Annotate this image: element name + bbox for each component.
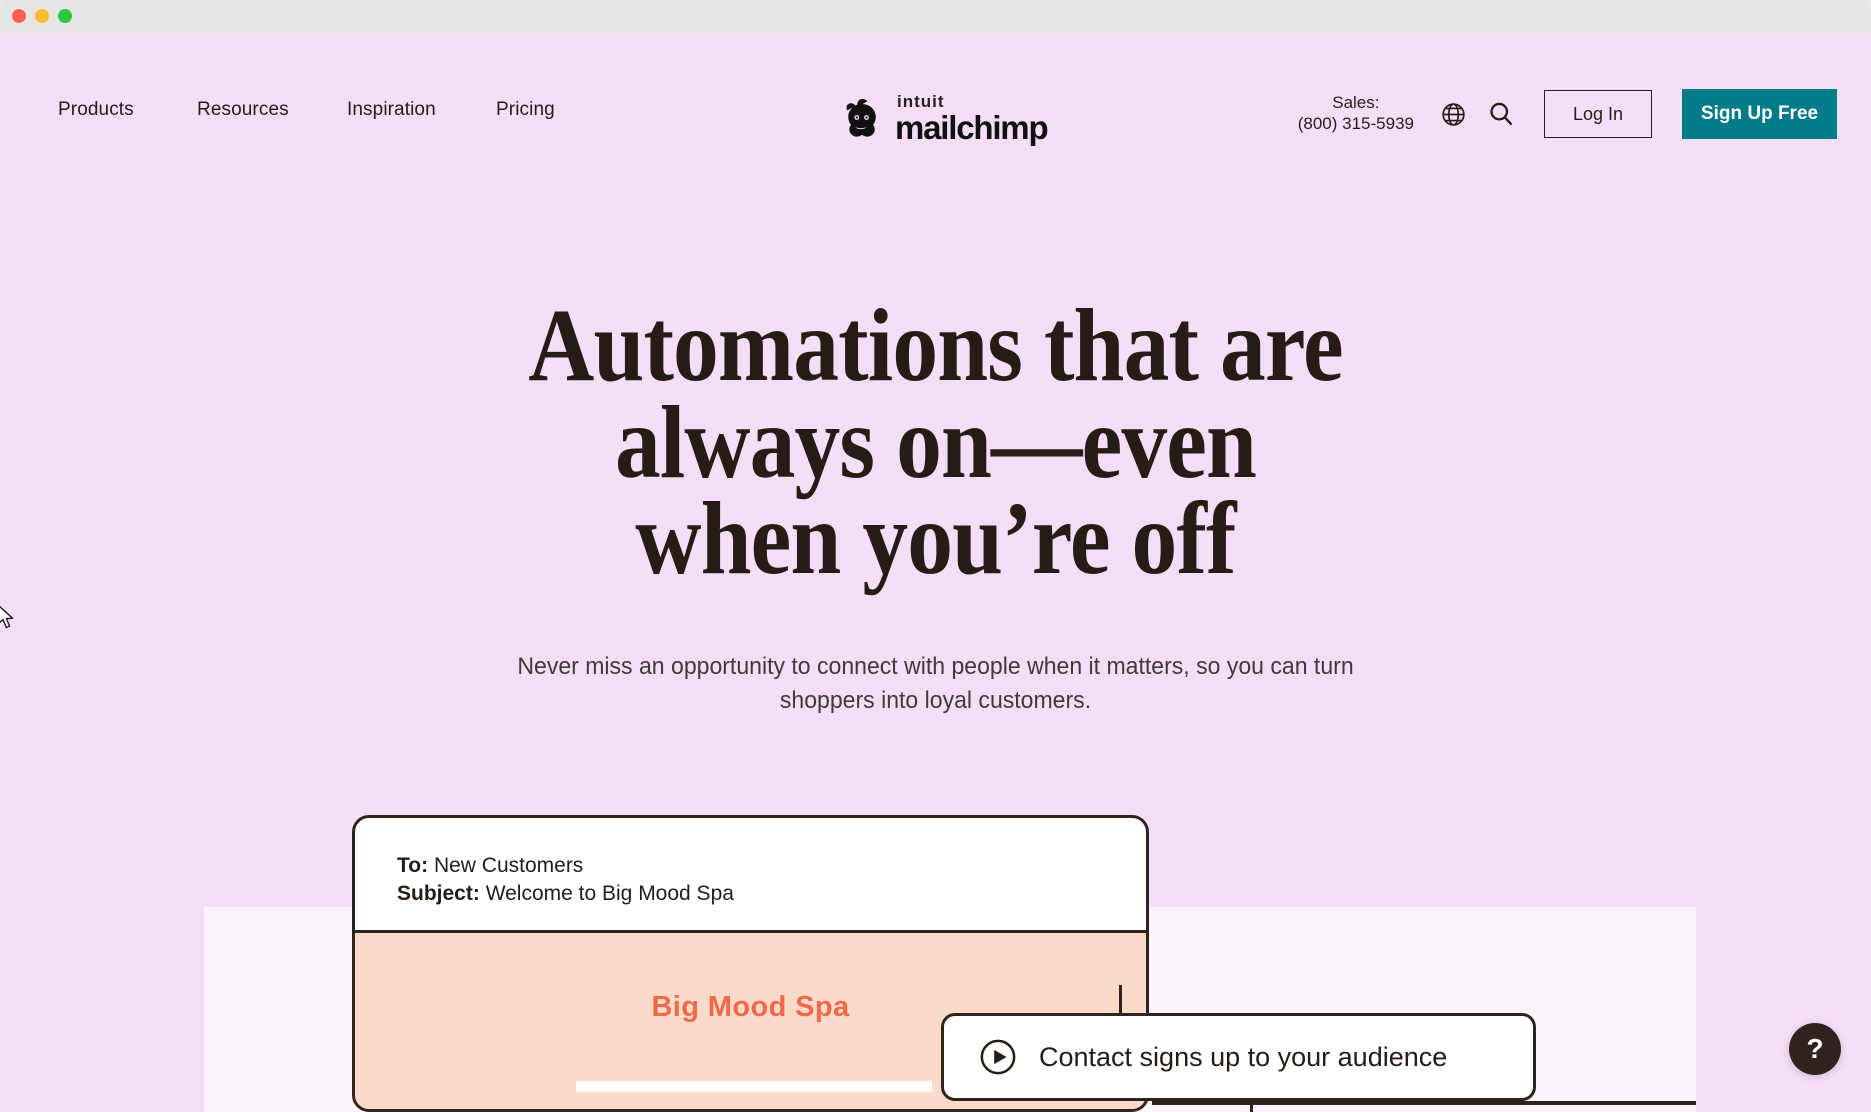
secondary-illustration-card — [1152, 1101, 1696, 1112]
search-icon[interactable] — [1486, 99, 1516, 129]
hero-subheading-line-2: shoppers into loyal customers. — [779, 687, 1092, 715]
sales-contact: Sales: (800) 315-5939 — [1298, 93, 1414, 134]
play-circle-icon — [980, 1039, 1016, 1075]
email-to-label: To: — [397, 854, 429, 877]
signup-free-button[interactable]: Sign Up Free — [1682, 89, 1837, 139]
globe-icon[interactable] — [1438, 99, 1468, 129]
hero-subheading-line-1: Never miss an opportunity to connect wit… — [517, 653, 1354, 680]
page-viewport: Products Resources Inspiration Pricing i… — [0, 33, 1871, 1112]
brand-logo[interactable]: intuit mailchimp — [838, 92, 1049, 146]
email-subject-label: Subject: — [397, 881, 480, 905]
sales-phone[interactable]: (800) 315-5939 — [1298, 114, 1414, 135]
email-to-line: To: New Customers — [397, 852, 1104, 880]
mailchimp-wordmark: mailchimp — [895, 109, 1049, 146]
nav-item-pricing[interactable]: Pricing — [496, 99, 555, 121]
intuit-wordmark: intuit — [897, 92, 945, 111]
window-traffic-lights — [12, 9, 72, 23]
email-subject-value: Welcome to Big Mood Spa — [485, 881, 734, 905]
nav-item-inspiration[interactable]: Inspiration — [347, 99, 436, 121]
hero-subheading: Never miss an opportunity to connect wit… — [37, 650, 1833, 718]
window-minimize-button[interactable] — [35, 9, 49, 23]
secondary-card-divider — [1250, 1105, 1253, 1112]
email-subject-line: Subject: Welcome to Big Mood Spa — [397, 880, 1104, 908]
mailchimp-chimp-icon — [846, 98, 876, 137]
primary-nav: Products Resources Inspiration Pricing — [58, 99, 615, 121]
hero-heading-line-1: Automations that are — [528, 288, 1343, 403]
nav-item-products[interactable]: Products — [58, 99, 137, 121]
email-content-placeholder-bar — [576, 1081, 932, 1092]
page-title: Automations that are always on—even when… — [112, 288, 1758, 597]
email-to-value: New Customers — [433, 854, 584, 877]
callout-card: Contact signs up to your audience — [941, 1013, 1536, 1101]
hero-heading-line-3: when you’re off — [635, 481, 1236, 597]
nav-item-resources[interactable]: Resources — [197, 99, 289, 121]
window-maximize-button[interactable] — [58, 9, 72, 23]
email-header: To: New Customers Subject: Welcome to Bi… — [355, 818, 1146, 908]
help-button[interactable]: ? — [1789, 1023, 1841, 1075]
browser-chrome — [0, 0, 1871, 33]
callout-text: Contact signs up to your audience — [1039, 1041, 1448, 1072]
site-header: Products Resources Inspiration Pricing i… — [0, 33, 1871, 146]
hero-heading-line-2: always on—even — [614, 384, 1257, 500]
mouse-cursor — [0, 605, 14, 629]
login-button[interactable]: Log In — [1544, 90, 1652, 138]
window-close-button[interactable] — [12, 9, 26, 23]
sales-label: Sales: — [1332, 93, 1380, 113]
header-actions: Sales: (800) 315-5939 Log In Sign Up Fre… — [1298, 89, 1837, 139]
